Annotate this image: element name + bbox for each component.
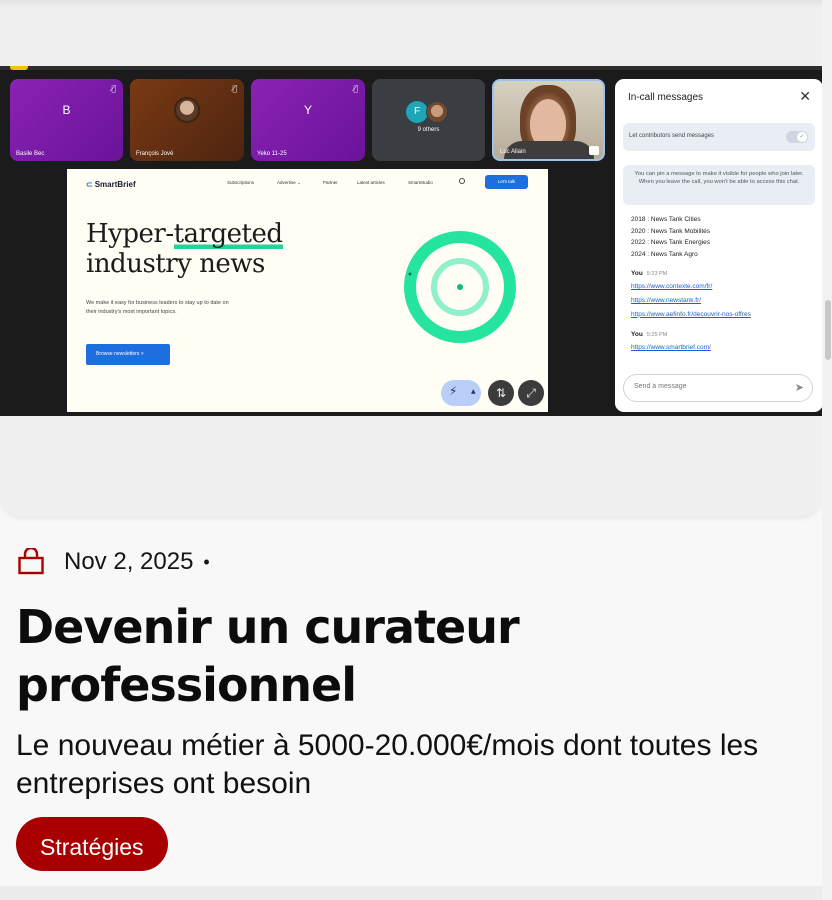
hero-text-highlight: targeted	[173, 219, 283, 249]
slide-nav-item: Subscriptions	[227, 180, 255, 185]
shopping-bag-icon	[18, 546, 44, 576]
message-link: https://www.newstank.fr/	[631, 296, 702, 304]
participant-name: Yeko 11-25	[257, 151, 287, 157]
message-list: 2018 : News Tank Cities 2020 : News Tank…	[631, 214, 811, 355]
message-line: 2022 : News Tank Energies	[631, 239, 711, 247]
search-icon	[459, 178, 465, 184]
logo-text: SmartBrief	[94, 180, 136, 189]
mic-off-icon: 🎙̸	[353, 84, 358, 93]
participant-name: Luc Allain	[500, 149, 526, 155]
toggle-label: Let contributors send messages	[629, 133, 715, 139]
article-image-card[interactable]: 🎙̸ B Basile Bec 🎙̸ François Jové 🎙̸ Y Ye…	[0, 0, 822, 516]
scrollbar[interactable]	[822, 0, 832, 900]
participant-tile-self: Luc Allain	[492, 79, 605, 161]
panel-title: In-call messages	[628, 92, 704, 103]
participant-tile: 🎙̸ Y Yeko 11-25	[251, 79, 365, 161]
meta-separator: •	[203, 551, 210, 572]
page: 🎙̸ B Basile Bec 🎙̸ François Jové 🎙̸ Y Ye…	[0, 0, 832, 900]
scrollbar-thumb[interactable]	[825, 300, 831, 360]
card-top-shadow	[0, 0, 822, 8]
message-input	[634, 383, 784, 390]
slide-cta-button: Let's talk	[485, 175, 528, 189]
article-title[interactable]: Devenir un curateur professionnel	[16, 598, 806, 714]
send-icon: ➤	[794, 382, 804, 394]
mic-off-icon: 🎙̸	[232, 84, 237, 93]
sender-name: You	[631, 270, 643, 278]
slide-nav-item: Latest articles	[357, 180, 385, 185]
message-time: 5:23 PM	[646, 271, 668, 278]
participant-name: Basile Bec	[16, 151, 45, 157]
slide-hero-heading: Hyper-targeted industry news	[86, 219, 283, 279]
participant-tile: 🎙̸ François Jové	[130, 79, 244, 161]
message-sender: You 5:23 PM	[631, 268, 811, 280]
message-line: 2018 : News Tank Cities	[631, 216, 701, 223]
message-line: 2024 : News Tank Agro	[631, 250, 698, 258]
caret-up-icon: ▲	[471, 388, 476, 395]
message-link: https://www.aefinfo.fr/decouvrir-nos-off…	[631, 310, 751, 318]
shared-screen-slide: ⊂ SmartBrief Subscriptions Advertise ⌄ Pa…	[67, 169, 548, 412]
article-date: Nov 2, 2025	[64, 548, 194, 575]
article-subtitle: Le nouveau métier à 5000-20.000€/mois do…	[16, 729, 759, 800]
close-icon: ✕	[799, 88, 811, 104]
pin-info-notice: You can pin a message to make it visible…	[623, 165, 815, 205]
participant-name: François Jové	[136, 151, 174, 157]
slide-nav-item: Partner	[323, 180, 338, 185]
participant-tile-others: F 9 others	[372, 79, 485, 161]
contributors-toggle-row: Let contributors send messages ✓	[623, 123, 815, 151]
message-time: 5:25 PM	[646, 332, 668, 339]
slide-subtext: We make it easy for business leaders to …	[86, 300, 229, 315]
message-link: https://www.smartbrief.com/	[631, 344, 711, 352]
swap-icon: ⇅	[488, 380, 514, 406]
category-tag[interactable]: Stratégies	[16, 817, 168, 871]
hero-text: industry news	[86, 249, 265, 279]
lightning-icon: ⚡	[449, 384, 458, 398]
article-meta: Nov 2, 2025 •	[18, 545, 210, 579]
present-controls: ⚡ ▲	[441, 380, 481, 406]
next-card-edge	[0, 886, 822, 900]
participant-initial: F	[406, 101, 428, 123]
in-call-messages-panel: In-call messages ✕ Let contributors send…	[615, 79, 822, 412]
message-link: https://www.contexte.com/fr/	[631, 283, 713, 291]
toggle-switch: ✓	[786, 131, 808, 143]
participant-initial: Y	[303, 103, 313, 118]
others-count: 9 others	[417, 127, 440, 133]
smartbrief-logo: ⊂ SmartBrief	[86, 180, 136, 189]
check-icon: ✓	[797, 132, 807, 142]
message-line: 2020 : News Tank Mobilités	[631, 227, 711, 235]
slide-nav-item: SmartStudio	[408, 180, 433, 185]
fullscreen-icon: ⤢	[518, 380, 544, 406]
message-sender: You 5:25 PM	[631, 329, 811, 341]
participant-avatar	[174, 97, 200, 124]
participant-tile: 🎙̸ B Basile Bec	[10, 79, 123, 161]
send-message-field: ➤	[623, 374, 813, 402]
slide-browse-button: Browse newsletters >	[86, 344, 170, 365]
meeting-top-bar	[0, 66, 822, 70]
participant-initial: B	[62, 103, 71, 118]
participant-avatar	[426, 101, 448, 123]
recording-indicator	[10, 66, 28, 70]
mic-off-icon: 🎙̸	[111, 84, 116, 93]
hero-text: Hyper-	[86, 219, 174, 249]
pin-icon	[589, 146, 599, 155]
slide-nav-item: Advertise ⌄	[277, 180, 301, 185]
sender-name: You	[631, 331, 643, 339]
target-graphic	[404, 231, 516, 343]
meeting-screenshot: 🎙̸ B Basile Bec 🎙̸ François Jové 🎙̸ Y Ye…	[0, 66, 822, 416]
